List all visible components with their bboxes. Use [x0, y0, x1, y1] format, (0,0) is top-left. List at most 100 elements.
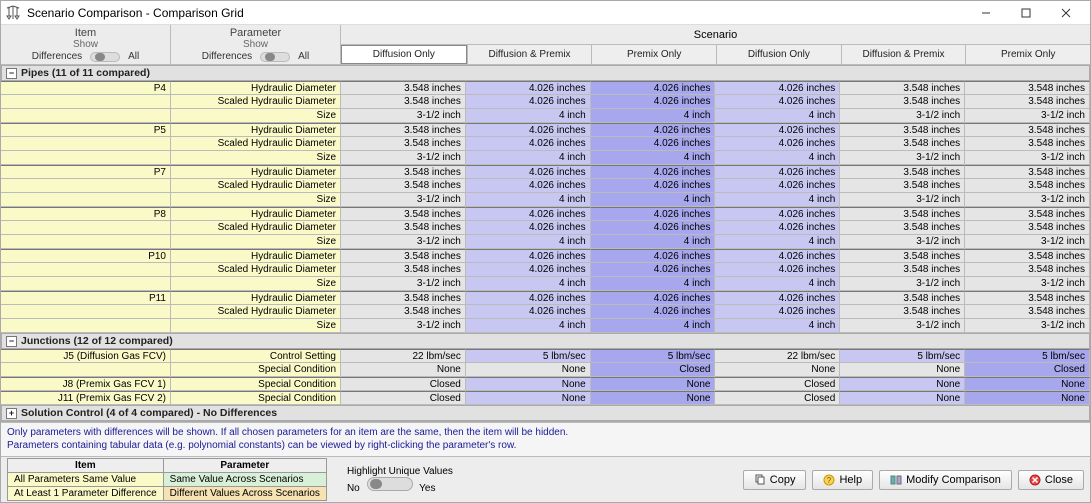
table-row[interactable]: P8Hydraulic Diameter3.548 inches4.026 in…	[1, 207, 1090, 221]
item-cell	[1, 363, 171, 377]
table-row[interactable]: J8 (Premix Gas FCV 1)Special ConditionCl…	[1, 377, 1090, 391]
value-cell: 3.548 inches	[965, 207, 1090, 221]
value-cell: 4.026 inches	[715, 221, 840, 235]
value-cell: 22 lbm/sec	[341, 349, 466, 363]
value-cell: 4.026 inches	[715, 123, 840, 137]
value-cell: 4 inch	[466, 193, 591, 207]
comparison-grid[interactable]: −Pipes (11 of 11 compared)P4Hydraulic Di…	[1, 65, 1090, 422]
param-show-slider[interactable]	[260, 52, 290, 62]
value-cell: 3-1/2 inch	[965, 151, 1090, 165]
parameter-filter-column: Parameter Show Differences All	[171, 25, 341, 64]
table-row[interactable]: Scaled Hydraulic Diameter3.548 inches4.0…	[1, 179, 1090, 193]
value-cell: None	[591, 391, 716, 405]
legend-diff-item: At Least 1 Parameter Difference	[8, 487, 164, 501]
scenario-col-4[interactable]: Diffusion & Premix	[841, 45, 966, 64]
group-header[interactable]: −Pipes (11 of 11 compared)	[1, 65, 1090, 81]
group-header[interactable]: −Junctions (12 of 12 compared)	[1, 333, 1090, 349]
value-cell: 3-1/2 inch	[965, 277, 1090, 291]
item-cell: P7	[1, 165, 171, 179]
value-cell: 4 inch	[466, 277, 591, 291]
value-cell: 3.548 inches	[965, 165, 1090, 179]
value-cell: 3.548 inches	[965, 123, 1090, 137]
item-cell	[1, 277, 171, 291]
collapse-icon[interactable]: −	[6, 336, 17, 347]
table-row[interactable]: P7Hydraulic Diameter3.548 inches4.026 in…	[1, 165, 1090, 179]
param-cell: Scaled Hydraulic Diameter	[171, 221, 341, 235]
group-header[interactable]: + Solution Control (4 of 4 compared) - No…	[1, 405, 1090, 421]
table-row[interactable]: P11Hydraulic Diameter3.548 inches4.026 i…	[1, 291, 1090, 305]
close-window-button[interactable]	[1046, 1, 1086, 25]
legend-head-item: Item	[8, 459, 164, 473]
value-cell: 3.548 inches	[341, 123, 466, 137]
scenario-header: Scenario Diffusion OnlyDiffusion & Premi…	[341, 25, 1090, 64]
legend-same-item: All Parameters Same Value	[8, 473, 164, 487]
value-cell: 3.548 inches	[840, 95, 965, 109]
table-row[interactable]: Scaled Hydraulic Diameter3.548 inches4.0…	[1, 95, 1090, 109]
table-row[interactable]: Size3-1/2 inch4 inch4 inch4 inch3-1/2 in…	[1, 235, 1090, 249]
value-cell: 3.548 inches	[965, 249, 1090, 263]
modify-comparison-button[interactable]: Modify Comparison	[879, 470, 1012, 490]
value-cell: 4 inch	[715, 109, 840, 123]
item-cell	[1, 263, 171, 277]
param-opt-all[interactable]: All	[298, 51, 309, 62]
value-cell: 3.548 inches	[840, 221, 965, 235]
item-label: Item	[75, 27, 96, 39]
param-opt-differences[interactable]: Differences	[202, 51, 252, 62]
table-row[interactable]: Size3-1/2 inch4 inch4 inch4 inch3-1/2 in…	[1, 109, 1090, 123]
param-cell: Scaled Hydraulic Diameter	[171, 263, 341, 277]
item-show-slider[interactable]	[90, 52, 120, 62]
help-button[interactable]: ?Help	[812, 470, 873, 490]
param-cell: Hydraulic Diameter	[171, 81, 341, 95]
value-cell: 3-1/2 inch	[840, 109, 965, 123]
value-cell: 4.026 inches	[591, 95, 716, 109]
value-cell: None	[341, 363, 466, 377]
item-opt-differences[interactable]: Differences	[32, 51, 82, 62]
expand-icon[interactable]: +	[6, 408, 17, 419]
value-cell: 3.548 inches	[840, 263, 965, 277]
table-row[interactable]: Size3-1/2 inch4 inch4 inch4 inch3-1/2 in…	[1, 193, 1090, 207]
collapse-icon[interactable]: −	[6, 68, 17, 79]
table-row[interactable]: J5 (Diffusion Gas FCV)Control Setting22 …	[1, 349, 1090, 363]
table-row[interactable]: Scaled Hydraulic Diameter3.548 inches4.0…	[1, 263, 1090, 277]
value-cell: 3.548 inches	[965, 137, 1090, 151]
close-button[interactable]: Close	[1018, 470, 1084, 490]
item-opt-all[interactable]: All	[128, 51, 139, 62]
value-cell: 3.548 inches	[341, 179, 466, 193]
scenario-col-1[interactable]: Diffusion & Premix	[467, 45, 592, 64]
value-cell: 4.026 inches	[715, 305, 840, 319]
value-cell: 4 inch	[591, 109, 716, 123]
highlight-yes[interactable]: Yes	[419, 483, 435, 494]
table-row[interactable]: J11 (Premix Gas FCV 2)Special ConditionC…	[1, 391, 1090, 405]
scenario-col-0[interactable]: Diffusion Only	[341, 45, 467, 64]
table-row[interactable]: P4Hydraulic Diameter3.548 inches4.026 in…	[1, 81, 1090, 95]
highlight-toggle[interactable]	[367, 477, 413, 491]
table-row[interactable]: Scaled Hydraulic Diameter3.548 inches4.0…	[1, 137, 1090, 151]
app-icon	[5, 5, 21, 21]
copy-button[interactable]: Copy	[743, 470, 807, 490]
svg-text:?: ?	[827, 476, 832, 485]
scenario-col-2[interactable]: Premix Only	[591, 45, 716, 64]
table-row[interactable]: Scaled Hydraulic Diameter3.548 inches4.0…	[1, 305, 1090, 319]
value-cell: 4.026 inches	[466, 137, 591, 151]
value-cell: 5 lbm/sec	[466, 349, 591, 363]
value-cell: 5 lbm/sec	[591, 349, 716, 363]
scenario-col-3[interactable]: Diffusion Only	[716, 45, 841, 64]
maximize-button[interactable]	[1006, 1, 1046, 25]
minimize-button[interactable]	[966, 1, 1006, 25]
value-cell: 4 inch	[466, 109, 591, 123]
item-cell	[1, 151, 171, 165]
table-row[interactable]: P5Hydraulic Diameter3.548 inches4.026 in…	[1, 123, 1090, 137]
scenario-col-5[interactable]: Premix Only	[965, 45, 1090, 64]
value-cell: 4 inch	[715, 235, 840, 249]
param-cell: Special Condition	[171, 377, 341, 391]
table-row[interactable]: Special ConditionNoneNoneClosedNoneNoneC…	[1, 363, 1090, 377]
table-row[interactable]: Size3-1/2 inch4 inch4 inch4 inch3-1/2 in…	[1, 151, 1090, 165]
table-row[interactable]: Size3-1/2 inch4 inch4 inch4 inch3-1/2 in…	[1, 277, 1090, 291]
value-cell: 4.026 inches	[466, 95, 591, 109]
table-row[interactable]: Size3-1/2 inch4 inch4 inch4 inch3-1/2 in…	[1, 319, 1090, 333]
table-row[interactable]: Scaled Hydraulic Diameter 3.548 inches4.0…	[1, 221, 1090, 235]
table-row[interactable]: P10Hydraulic Diameter3.548 inches4.026 i…	[1, 249, 1090, 263]
highlight-no[interactable]: No	[347, 483, 360, 494]
group-label: Solution Control (4 of 4 compared) - No …	[21, 407, 277, 419]
param-cell: Hydraulic Diameter	[171, 123, 341, 137]
